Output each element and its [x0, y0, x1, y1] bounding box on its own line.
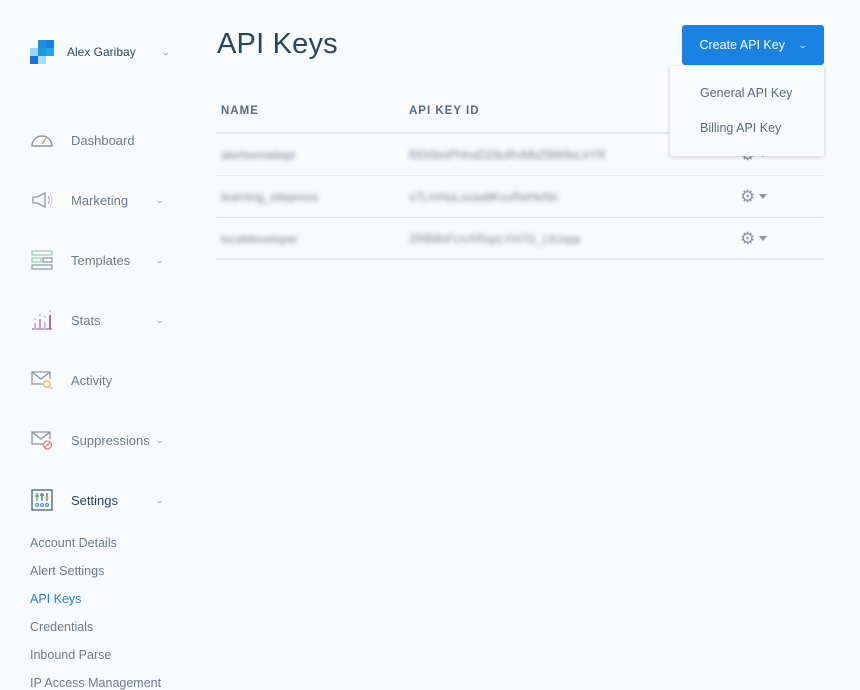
mail-search-icon	[30, 368, 54, 392]
gear-icon: ⚙	[740, 229, 756, 248]
sidebar-item-label: Dashboard	[71, 132, 135, 148]
create-api-key-button[interactable]: Create API Key ⌄	[682, 25, 824, 65]
page-title: API Keys	[217, 28, 338, 60]
api-key-id: f0G0bnPHnsDZ8uRvMbZ9W9sLkYR	[409, 148, 606, 162]
chevron-down-icon: ⌄	[154, 254, 166, 265]
sidebar: Alex Garibay ⌄ Dashboard Marketing ⌄ Tem…	[0, 0, 180, 690]
chevron-down-icon: ⌄	[154, 194, 166, 205]
sidebar-subitem-credentials[interactable]: Credentials	[30, 620, 93, 634]
caret-down-icon	[759, 236, 768, 241]
api-key-id: s7LmHuLsxaa8KsvReHeNn	[409, 190, 559, 204]
stats-chart-icon	[30, 308, 54, 332]
api-key-id: ZRB8hFUvXRspLYH7G_LtUxpp	[409, 232, 581, 246]
gear-icon: ⚙	[740, 187, 756, 206]
row-actions-menu[interactable]: ⚙	[740, 187, 768, 206]
table-row[interactable]: learning_sitepress s7LmHuLsxaa8KsvReHeNn…	[216, 176, 824, 218]
sidebar-subitem-api-keys[interactable]: API Keys	[30, 592, 81, 606]
api-key-name: localdeveloper	[221, 232, 299, 246]
api-key-name: learning_sitepress	[221, 190, 319, 204]
chevron-down-icon: ⌄	[154, 494, 166, 505]
sidebar-item-activity[interactable]: Activity	[30, 368, 170, 392]
sidebar-subitem-alert-settings[interactable]: Alert Settings	[30, 564, 104, 578]
sidebar-item-label: Activity	[71, 372, 113, 388]
chevron-down-icon: ⌄	[797, 39, 809, 50]
sidebar-subitem-inbound-parse[interactable]: Inbound Parse	[30, 648, 111, 662]
settings-sliders-icon	[30, 488, 54, 512]
sendgrid-logo-icon	[30, 40, 54, 64]
sidebar-item-templates[interactable]: Templates ⌄	[30, 248, 170, 272]
chevron-down-icon: ⌄	[154, 434, 166, 445]
sidebar-item-suppressions[interactable]: Suppressions ⌄	[30, 428, 170, 452]
sidebar-item-stats[interactable]: Stats ⌄	[30, 308, 170, 332]
column-header-name[interactable]: NAME	[221, 105, 259, 117]
templates-icon	[30, 248, 54, 272]
account-name: Alex Garibay	[67, 45, 136, 59]
megaphone-icon	[30, 188, 54, 212]
sidebar-subitem-ip-access-management[interactable]: IP Access Management	[30, 676, 161, 690]
mail-blocked-icon	[30, 428, 54, 452]
sidebar-item-settings[interactable]: Settings ⌄	[30, 488, 170, 512]
menu-item-general-api-key[interactable]: General API Key	[700, 86, 792, 100]
chevron-down-icon: ⌄	[154, 314, 166, 325]
column-header-api-key-id[interactable]: API KEY ID	[409, 105, 480, 117]
sidebar-item-label: Suppressions	[71, 432, 150, 448]
api-key-name: alertsemailapi	[221, 148, 296, 162]
sidebar-item-label: Stats	[71, 312, 101, 328]
create-api-key-menu: General API Key Billing API Key	[670, 66, 824, 156]
sidebar-item-label: Templates	[71, 252, 131, 268]
sidebar-item-dashboard[interactable]: Dashboard	[30, 128, 170, 152]
sidebar-item-label: Marketing	[71, 192, 129, 208]
menu-item-billing-api-key[interactable]: Billing API Key	[700, 121, 781, 135]
row-actions-menu[interactable]: ⚙	[740, 229, 768, 248]
sidebar-item-marketing[interactable]: Marketing ⌄	[30, 188, 170, 212]
chevron-down-icon: ⌄	[160, 46, 172, 57]
table-row[interactable]: localdeveloper ZRB8hFUvXRspLYH7G_LtUxpp …	[216, 218, 824, 260]
dashboard-gauge-icon	[30, 128, 54, 152]
sidebar-item-label: Settings	[71, 492, 118, 508]
account-switcher[interactable]: Alex Garibay ⌄	[30, 40, 172, 64]
create-api-key-label: Create API Key	[699, 38, 785, 52]
sidebar-subitem-account-details[interactable]: Account Details	[30, 536, 117, 550]
caret-down-icon	[759, 194, 768, 199]
